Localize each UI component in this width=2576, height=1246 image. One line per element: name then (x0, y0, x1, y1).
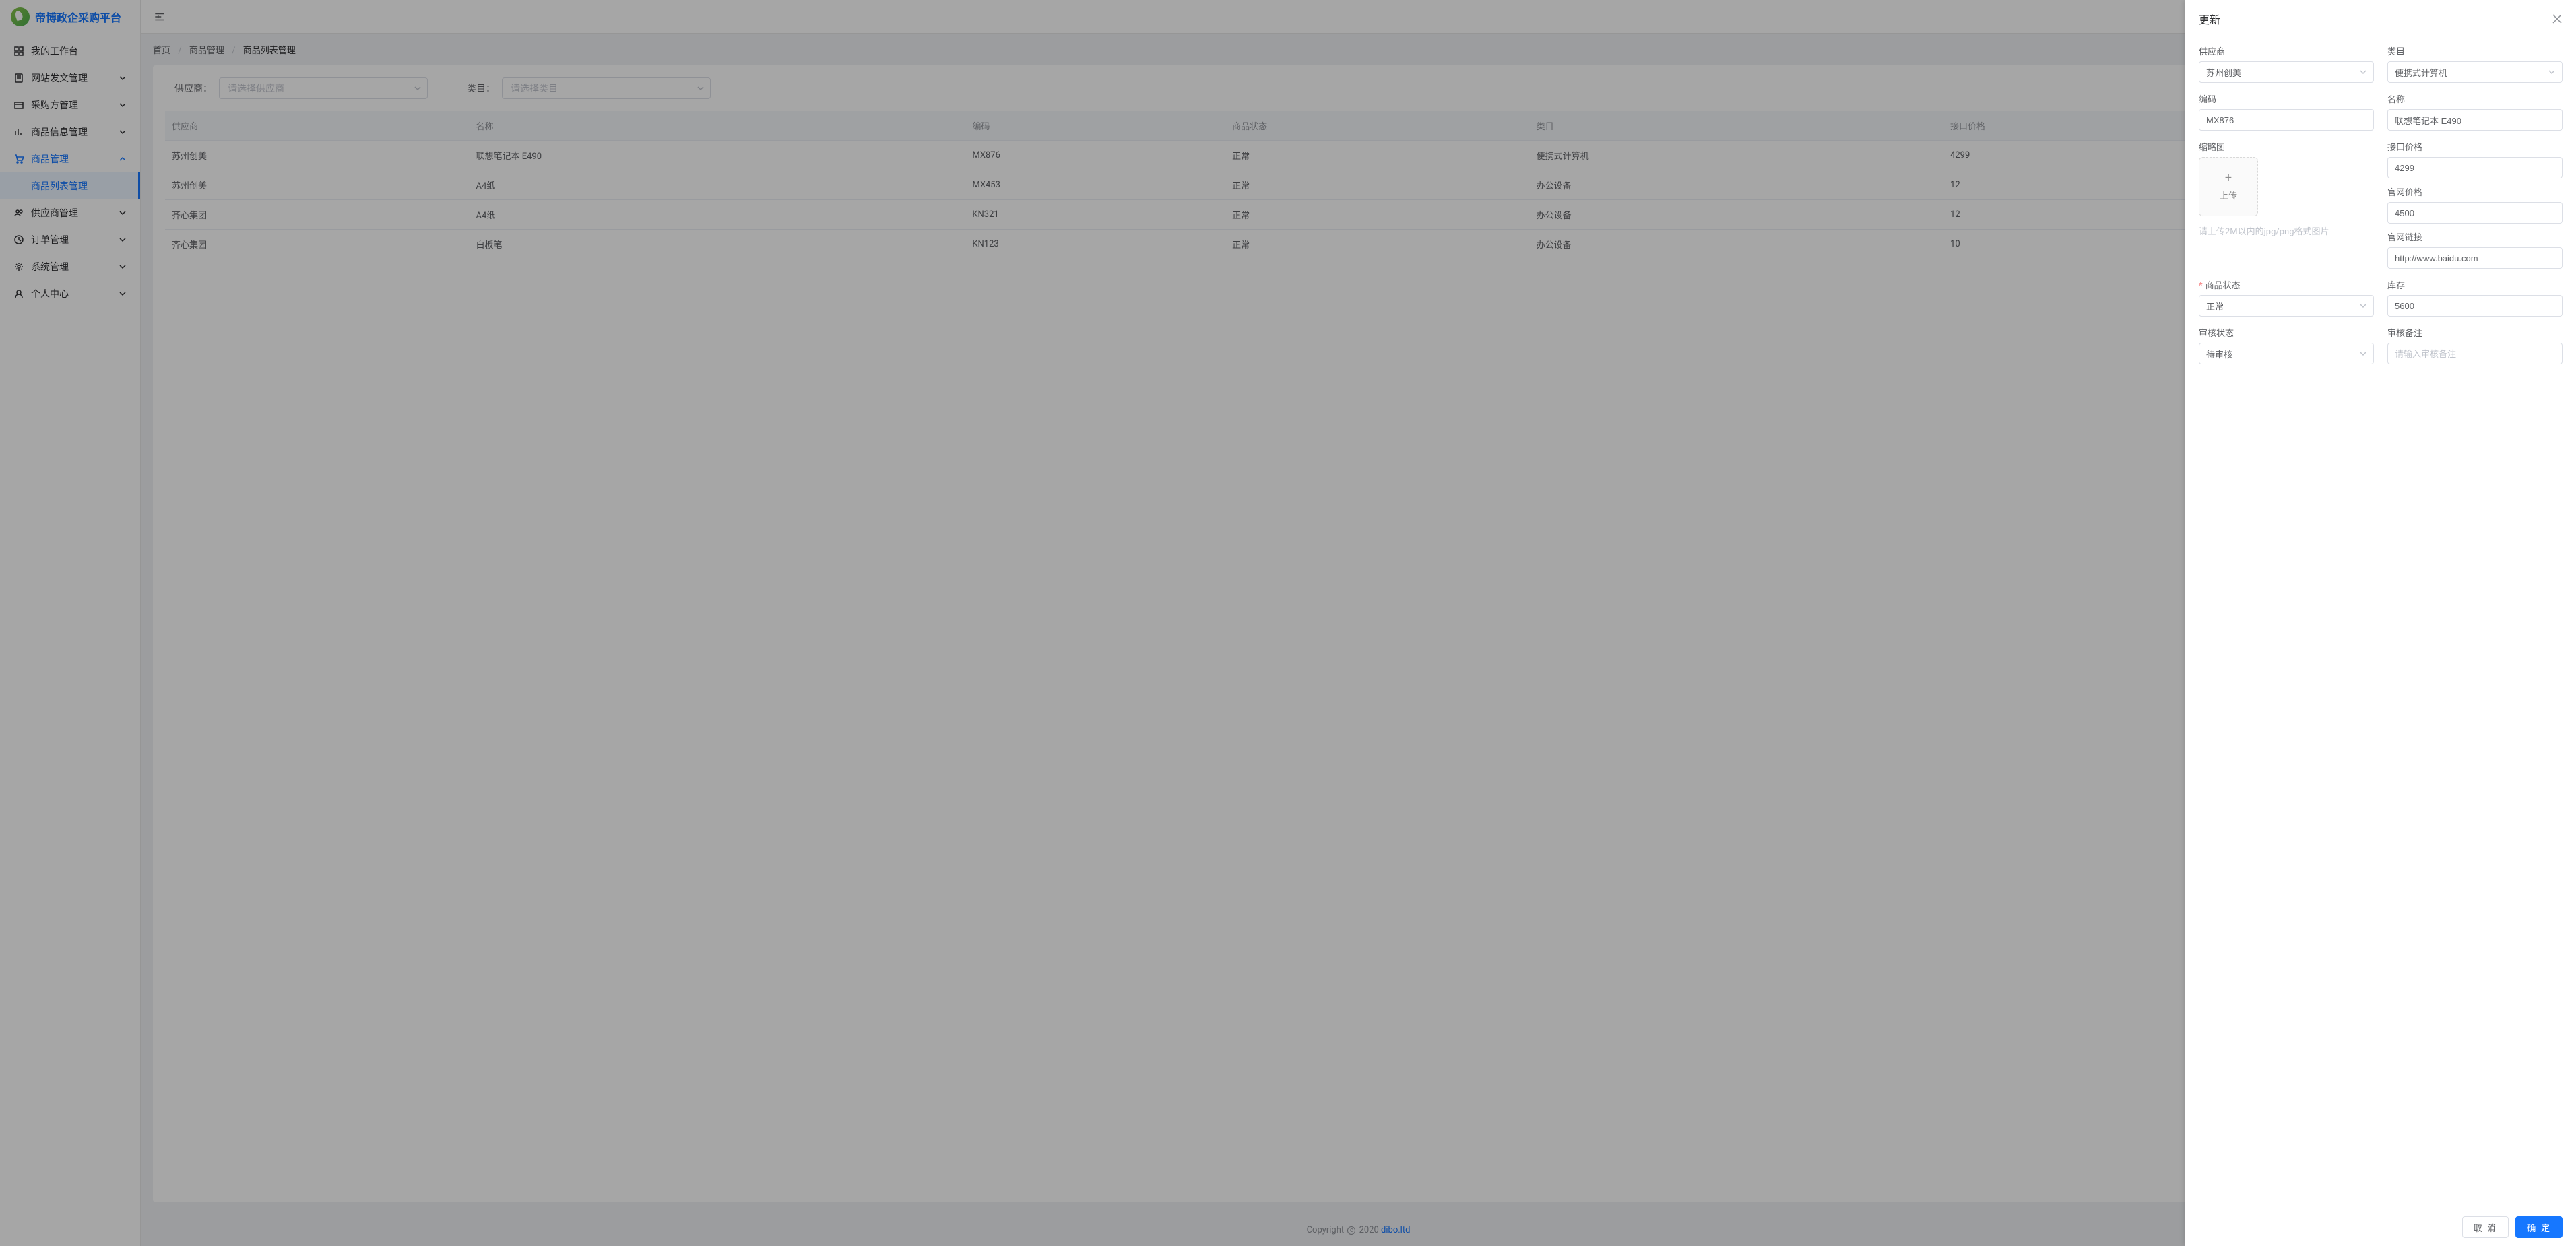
upload-text: 上传 (2220, 189, 2237, 201)
select-value: 便携式计算机 (2395, 66, 2447, 79)
code-input[interactable] (2199, 109, 2374, 131)
name-label: 名称 (2387, 92, 2563, 105)
cancel-button[interactable]: 取 消 (2462, 1216, 2509, 1238)
price-web-label: 官网价格 (2387, 185, 2563, 198)
close-icon[interactable] (2552, 13, 2563, 24)
upload-box[interactable]: + 上传 (2199, 157, 2258, 216)
select-value: 苏州创美 (2206, 66, 2241, 79)
name-input[interactable] (2387, 109, 2563, 131)
update-drawer: 更新 供应商 苏州创美 类目 便携式计算机 编码 (2185, 0, 2576, 1246)
upload-hint: 请上传2M以内的jpg/png格式图片 (2199, 224, 2374, 237)
audit-select[interactable]: 待审核 (2199, 343, 2374, 364)
price-api-label: 接口价格 (2387, 140, 2563, 153)
chevron-down-icon (2360, 68, 2368, 76)
audit-label: 审核状态 (2199, 326, 2374, 339)
thumb-label: 缩略图 (2199, 140, 2374, 153)
chevron-down-icon (2360, 350, 2368, 358)
chevron-down-icon (2360, 302, 2368, 310)
stock-label: 库存 (2387, 278, 2563, 291)
code-label: 编码 (2199, 92, 2374, 105)
link-input[interactable] (2387, 247, 2563, 269)
category-label: 类目 (2387, 44, 2563, 57)
remark-label: 审核备注 (2387, 326, 2563, 339)
link-label: 官网链接 (2387, 230, 2563, 243)
ok-button[interactable]: 确 定 (2515, 1216, 2563, 1238)
supplier-label: 供应商 (2199, 44, 2374, 57)
category-select[interactable]: 便携式计算机 (2387, 61, 2563, 83)
status-select[interactable]: 正常 (2199, 295, 2374, 317)
price-web-input[interactable] (2387, 202, 2563, 224)
status-label: *商品状态 (2199, 278, 2374, 291)
stock-input[interactable] (2387, 295, 2563, 317)
select-value: 待审核 (2206, 348, 2232, 360)
supplier-select[interactable]: 苏州创美 (2199, 61, 2374, 83)
price-api-input[interactable] (2387, 157, 2563, 178)
drawer-title: 更新 (2199, 11, 2220, 27)
select-value: 正常 (2206, 300, 2224, 313)
remark-input[interactable] (2387, 343, 2563, 364)
chevron-down-icon (2548, 68, 2556, 76)
plus-icon: + (2225, 172, 2232, 185)
